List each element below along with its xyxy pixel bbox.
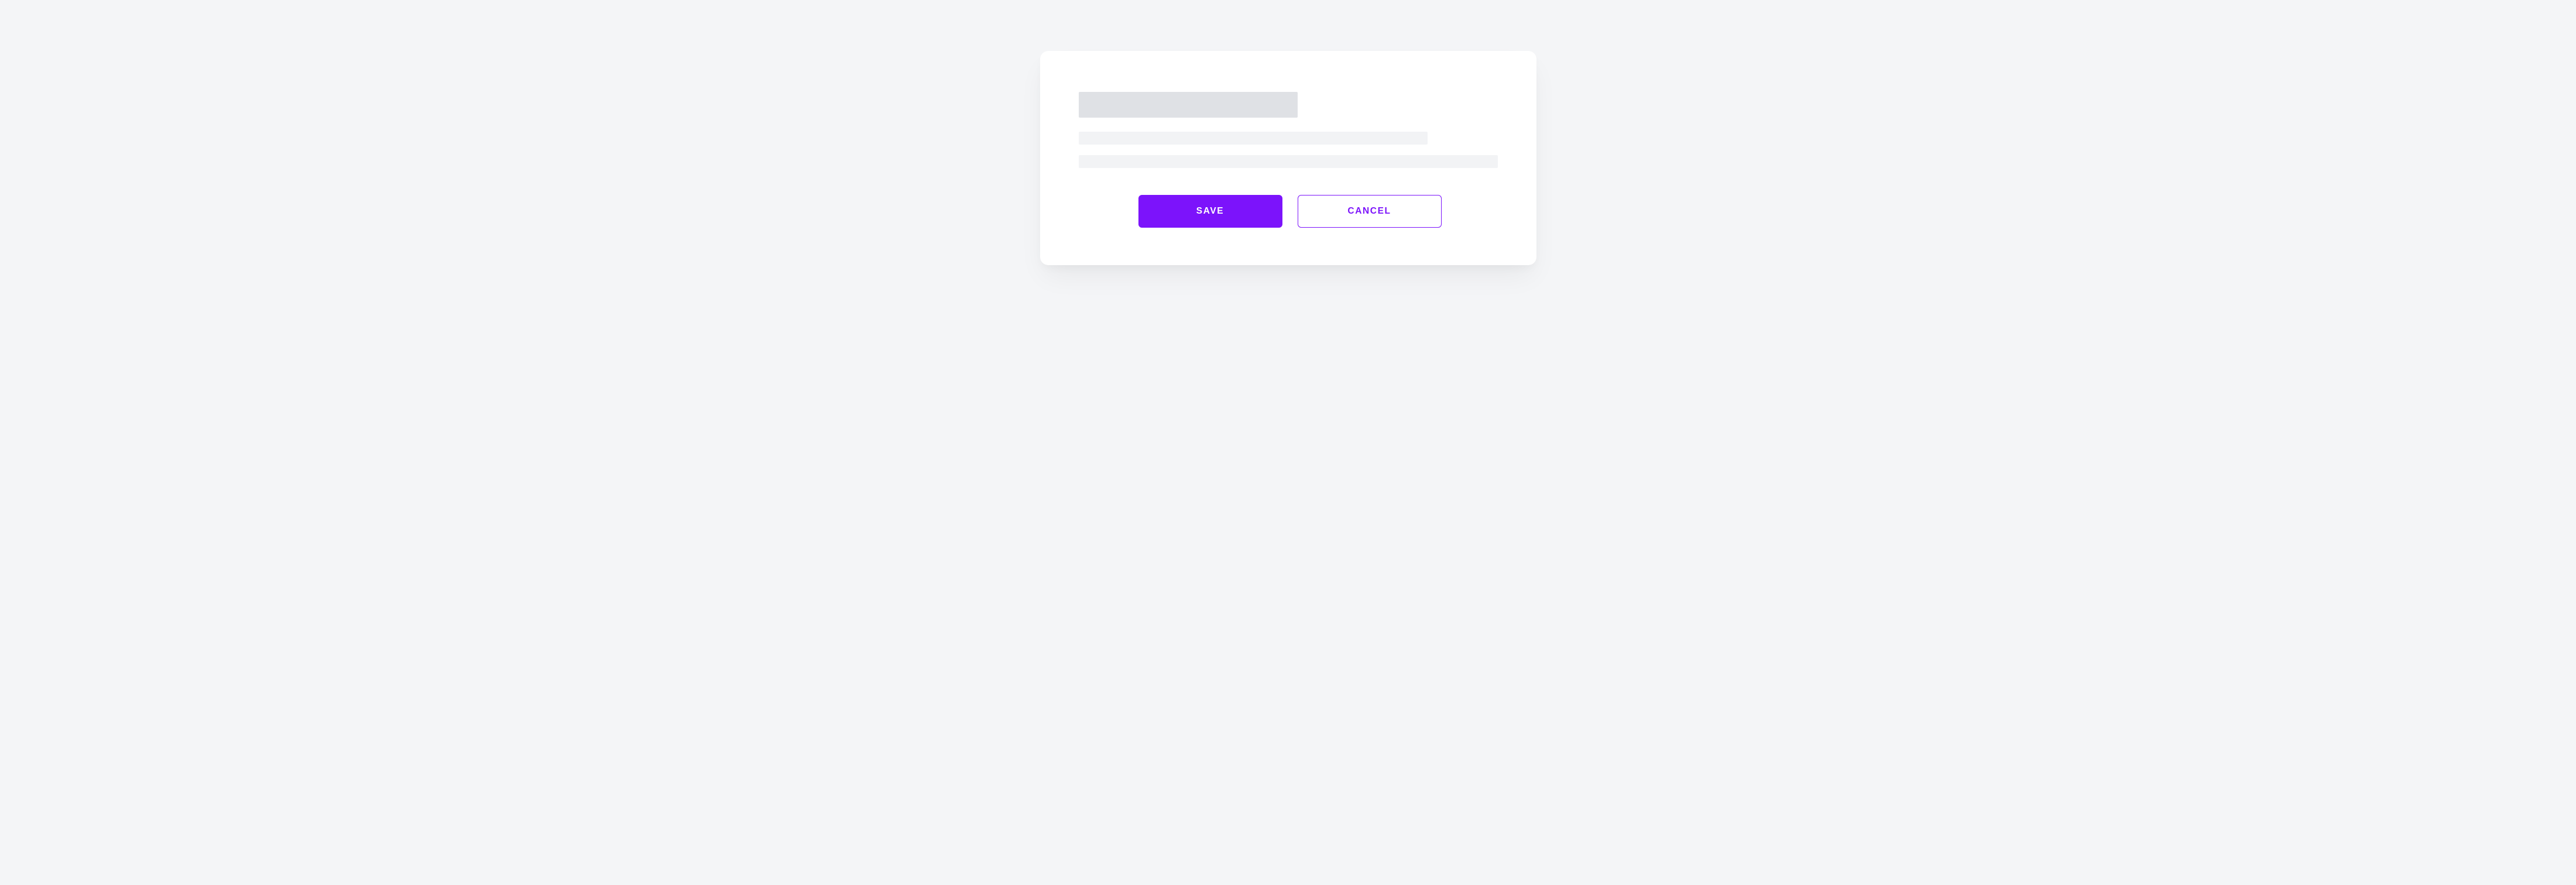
button-row: SAVE CANCEL: [1138, 195, 1498, 228]
cancel-button-label: CANCEL: [1347, 206, 1391, 217]
skeleton-text-line: [1079, 155, 1498, 168]
skeleton-text-line: [1079, 132, 1428, 145]
cancel-button[interactable]: CANCEL: [1298, 195, 1442, 228]
dialog-card: SAVE CANCEL: [1040, 51, 1536, 265]
save-button-label: SAVE: [1196, 206, 1224, 217]
skeleton-title-placeholder: [1079, 92, 1298, 118]
save-button[interactable]: SAVE: [1138, 195, 1282, 228]
